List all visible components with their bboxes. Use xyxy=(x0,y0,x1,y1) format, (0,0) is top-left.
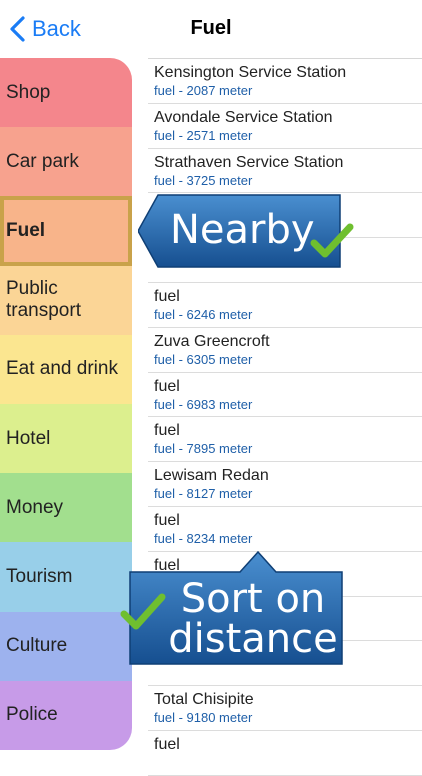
category-label: Car park xyxy=(6,150,79,172)
list-item[interactable]: Zuva Greencroft fuel - 6305 meter xyxy=(148,328,422,373)
category-label: Money xyxy=(6,496,64,518)
station-distance: fuel - 8127 meter xyxy=(154,486,253,502)
list-item[interactable]: Strathaven Service Station fuel - 3725 me… xyxy=(148,149,422,194)
chevron-left-icon xyxy=(10,16,25,42)
category-shop[interactable]: Shop xyxy=(0,58,132,128)
station-name: Total Chisipite xyxy=(154,691,254,709)
station-distance: fuel - 6983 meter xyxy=(154,396,253,412)
nearby-label: Nearby xyxy=(170,207,315,253)
category-label: Public transport xyxy=(6,278,81,322)
checkmark-icon xyxy=(310,223,354,258)
nearby-callout: Nearby xyxy=(138,193,354,269)
list-item[interactable]: fuel fuel - 6246 meter xyxy=(148,283,422,328)
category-label: Eat and drink xyxy=(6,358,118,380)
station-distance: fuel - 6305 meter xyxy=(154,351,253,367)
category-label: Fuel xyxy=(6,219,46,241)
category-tourism[interactable]: Tourism xyxy=(0,542,132,612)
station-distance: fuel - 8234 meter xyxy=(154,530,253,546)
checkmark-icon xyxy=(120,593,166,630)
list-item[interactable]: fuel xyxy=(148,731,422,776)
station-name: fuel xyxy=(154,511,180,529)
station-name: Zuva Greencroft xyxy=(154,332,270,350)
station-name: fuel xyxy=(154,735,180,753)
station-name: Avondale Service Station xyxy=(154,108,333,126)
list-item[interactable]: Lewisam Redan fuel - 8127 meter xyxy=(148,462,422,507)
list-item[interactable]: fuel fuel - 7895 meter xyxy=(148,417,422,463)
station-name: Lewisam Redan xyxy=(154,467,269,485)
category-culture[interactable]: Culture xyxy=(0,611,132,681)
station-name: Strathaven Service Station xyxy=(154,153,344,171)
category-label: Shop xyxy=(6,81,51,103)
category-police[interactable]: Police xyxy=(0,680,132,750)
station-name: Kensington Service Station xyxy=(154,64,347,81)
station-distance: fuel - 9180 meter xyxy=(154,710,253,726)
list-item[interactable]: fuel fuel - 8234 meter xyxy=(148,507,422,552)
page-title: Fuel xyxy=(190,17,232,39)
sort-label-line1: Sort on xyxy=(180,576,326,622)
station-distance: fuel - 6246 meter xyxy=(154,306,253,322)
category-money[interactable]: Money xyxy=(0,473,132,543)
list-item[interactable]: Kensington Service Station fuel - 2087 me… xyxy=(148,59,422,104)
navigation-bar: Back Fuel xyxy=(0,0,422,58)
list-item[interactable]: Avondale Service Station fuel - 2571 mete… xyxy=(148,104,422,149)
station-distance: fuel - 3725 meter xyxy=(154,172,253,188)
back-button[interactable]: Back xyxy=(8,14,81,44)
category-label: Police xyxy=(6,704,58,726)
category-fuel[interactable]: Fuel xyxy=(0,196,132,266)
category-label: Hotel xyxy=(6,427,51,449)
sort-label-line2: distance xyxy=(168,616,338,662)
category-eat-and-drink[interactable]: Eat and drink xyxy=(0,334,132,404)
category-hotel[interactable]: Hotel xyxy=(0,403,132,474)
station-name: fuel xyxy=(154,422,180,440)
station-name: fuel xyxy=(154,377,180,395)
back-label: Back xyxy=(32,16,81,41)
station-distance: fuel - 2571 meter xyxy=(154,127,253,143)
station-list: Kensington Service Station fuel - 2087 me… xyxy=(148,59,422,776)
category-label: Culture xyxy=(6,635,68,657)
list-item[interactable]: Total Chisipite fuel - 9180 meter xyxy=(148,686,422,731)
sort-callout: Sort on distance xyxy=(120,550,344,666)
category-public-transport[interactable]: Public transport xyxy=(0,265,132,335)
station-distance: fuel - 7895 meter xyxy=(154,441,253,457)
category-sidebar: Shop Car park Fuel Public transport Eat … xyxy=(0,58,132,750)
list-item[interactable]: fuel fuel - 6983 meter xyxy=(148,373,422,418)
category-car-park[interactable]: Car park xyxy=(0,127,132,197)
category-label: Tourism xyxy=(6,565,73,587)
station-distance: fuel - 2087 meter xyxy=(154,83,253,98)
station-name: fuel xyxy=(154,287,180,305)
